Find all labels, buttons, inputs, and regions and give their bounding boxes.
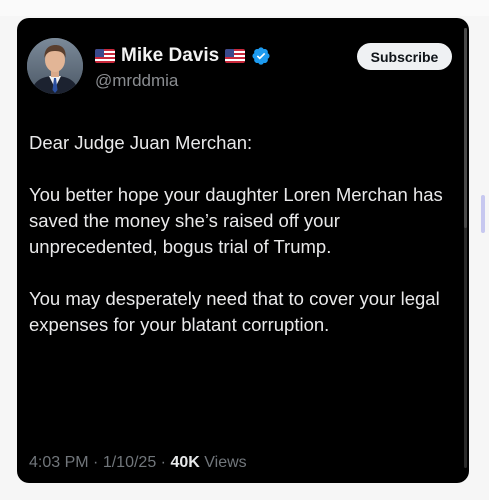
tweet-paragraph: Dear Judge Juan Merchan: <box>29 132 253 153</box>
us-flag-icon <box>225 49 246 63</box>
page-scrollbar-thumb[interactable] <box>481 195 485 233</box>
avatar-image <box>27 38 83 94</box>
tweet-time[interactable]: 4:03 PM <box>29 454 89 471</box>
avatar[interactable] <box>27 38 83 94</box>
views-count: 40K <box>170 454 200 471</box>
tweet-date[interactable]: 1/10/25 <box>103 454 156 471</box>
tweet-text: Dear Judge Juan Merchan: You better hope… <box>29 130 457 338</box>
tweet-paragraph: You better hope your daughter Loren Merc… <box>29 184 443 257</box>
author-display-name[interactable]: Mike Davis <box>121 44 219 68</box>
author-handle[interactable]: @mrddmia <box>95 70 178 92</box>
meta-separator: · <box>93 454 99 471</box>
card-scrollbar[interactable] <box>464 28 467 468</box>
tweet-meta: 4:03 PM · 1/10/25 · 40K Views <box>29 452 247 474</box>
card-scrollbar-thumb[interactable] <box>464 28 467 228</box>
verified-badge-icon <box>252 47 270 65</box>
author-name-row: Mike Davis <box>95 44 271 68</box>
page: Mike Davis @mrddmia Subscribe Dear Judge… <box>0 0 489 500</box>
views-label: Views <box>204 454 247 471</box>
subscribe-button[interactable]: Subscribe <box>357 43 452 70</box>
meta-separator: · <box>160 454 166 471</box>
us-flag-icon <box>95 49 115 63</box>
tweet-card: Mike Davis @mrddmia Subscribe Dear Judge… <box>17 18 469 483</box>
top-edge <box>0 0 489 16</box>
tweet-paragraph: You may desperately need that to cover y… <box>29 288 440 335</box>
